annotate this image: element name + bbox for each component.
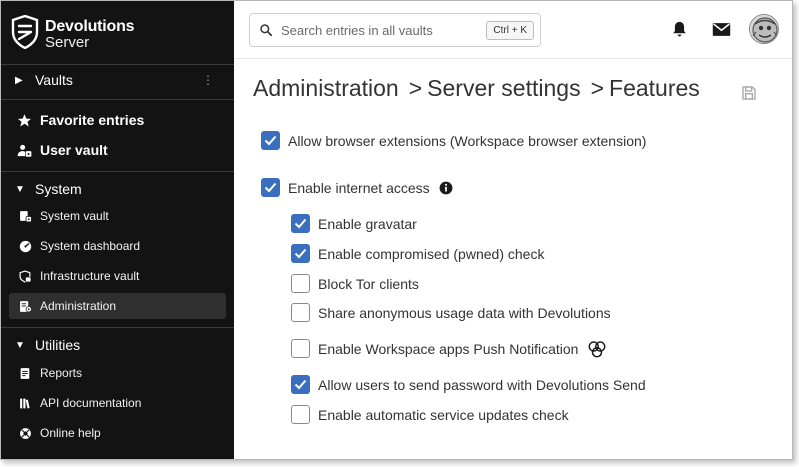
envelope-icon[interactable] [711, 19, 731, 39]
avatar[interactable] [749, 14, 779, 44]
breadcrumb-item-administration[interactable]: Administration [253, 75, 399, 102]
star-icon [16, 112, 32, 128]
sidebar: Devolutions Server ▶ Vaults ⋮ Favorite e… [1, 1, 234, 459]
sidebar-item-reports[interactable]: Reports [9, 360, 226, 386]
option-enable-internet-access[interactable]: Enable internet access [261, 178, 453, 197]
sidebar-item-label: Online help [40, 426, 101, 440]
sidebar-item-system-vault[interactable]: System vault [9, 203, 226, 229]
sidebar-section-utilities[interactable]: ▼ Utilities [1, 336, 234, 354]
app-window: Devolutions Server ▶ Vaults ⋮ Favorite e… [0, 0, 793, 460]
sidebar-item-label: Infrastructure vault [40, 269, 140, 283]
checkbox[interactable] [291, 214, 310, 233]
option-share-anonymous-usage-data[interactable]: Share anonymous usage data with Devoluti… [291, 303, 611, 322]
sidebar-item-label: System dashboard [40, 239, 141, 253]
sidebar-section-label: Utilities [35, 337, 81, 353]
sidebar-item-infrastructure-vault[interactable]: Infrastructure vault [9, 263, 226, 289]
option-enable-compromised-check[interactable]: Enable compromised (pwned) check [291, 244, 544, 263]
checkbox[interactable] [261, 178, 280, 197]
sidebar-divider [1, 171, 234, 172]
option-allow-devolutions-send[interactable]: Allow users to send password with Devolu… [291, 375, 646, 394]
option-label: Enable automatic service updates check [318, 406, 569, 423]
user-vault-icon [16, 142, 32, 158]
chevron-right-icon: ▶ [15, 74, 23, 86]
checkbox[interactable] [291, 339, 310, 358]
checkbox[interactable] [291, 405, 310, 424]
sidebar-item-label: User vault [40, 142, 108, 158]
sidebar-section-system[interactable]: ▼ System [1, 180, 234, 198]
chevron-down-icon: ▼ [15, 339, 25, 351]
sidebar-section-label: System [35, 181, 82, 197]
sidebar-item-api-documentation[interactable]: API documentation [9, 390, 226, 416]
checkbox[interactable] [291, 375, 310, 394]
sidebar-item-label: System vault [40, 209, 109, 223]
notifications-bell-icon[interactable] [669, 19, 689, 39]
online-help-icon [18, 426, 32, 440]
checkbox[interactable] [291, 303, 310, 322]
save-icon[interactable] [741, 85, 757, 101]
administration-icon [18, 299, 32, 313]
search-icon [260, 24, 273, 37]
infrastructure-vault-icon [18, 269, 32, 283]
dashboard-icon [18, 239, 32, 253]
checkbox[interactable] [291, 274, 310, 293]
sidebar-section-vaults[interactable]: ▶ Vaults ⋮ [1, 71, 234, 89]
option-allow-browser-extensions[interactable]: Allow browser extensions (Workspace brow… [261, 131, 646, 150]
search-placeholder: Search entries in all vaults [281, 22, 433, 38]
workspace-apps-icon [587, 340, 607, 358]
system-vault-icon [18, 209, 32, 223]
chevron-down-icon: ▼ [15, 183, 25, 195]
breadcrumb-item-server-settings[interactable]: Server settings [427, 75, 580, 102]
breadcrumb-separator: > [408, 75, 423, 101]
option-enable-automatic-service-updates[interactable]: Enable automatic service updates check [291, 405, 569, 424]
sidebar-item-system-dashboard[interactable]: System dashboard [9, 233, 226, 259]
option-label: Enable compromised (pwned) check [318, 245, 545, 262]
sidebar-item-label: API documentation [40, 396, 142, 410]
more-options-icon[interactable]: ⋮ [202, 74, 214, 86]
sidebar-divider [1, 64, 234, 65]
sidebar-section-label: Vaults [35, 72, 73, 88]
checkbox[interactable] [291, 244, 310, 263]
option-label: Enable Workspace apps Push Notification [318, 340, 579, 357]
sidebar-item-label: Administration [40, 299, 117, 313]
option-label: Share anonymous usage data with Devoluti… [318, 304, 611, 321]
search-input[interactable]: Search entries in all vaults Ctrl + K [249, 13, 541, 47]
option-enable-gravatar[interactable]: Enable gravatar [291, 214, 417, 233]
sidebar-item-favorite-entries[interactable]: Favorite entries [1, 111, 234, 129]
reports-icon [18, 366, 32, 380]
sidebar-divider [1, 327, 234, 328]
devolutions-shield-icon [11, 15, 39, 49]
option-label: Enable gravatar [318, 215, 417, 232]
breadcrumb-separator: > [590, 75, 605, 101]
info-icon[interactable] [439, 181, 453, 195]
option-block-tor-clients[interactable]: Block Tor clients [291, 274, 419, 293]
option-enable-workspace-push-notification[interactable]: Enable Workspace apps Push Notification [291, 339, 607, 358]
sidebar-item-label: Reports [40, 366, 83, 380]
header-divider [234, 58, 792, 59]
sidebar-item-online-help[interactable]: Online help [9, 420, 226, 446]
sidebar-divider [1, 99, 234, 100]
option-label: Allow browser extensions (Workspace brow… [288, 132, 647, 149]
sidebar-item-administration[interactable]: Administration [9, 293, 226, 319]
option-label: Enable internet access [288, 179, 430, 196]
option-label: Allow users to send password with Devolu… [318, 376, 646, 393]
brand-name: Devolutions [45, 18, 135, 35]
search-shortcut-badge: Ctrl + K [486, 21, 534, 40]
sidebar-item-label: Favorite entries [40, 112, 145, 128]
brand-logo[interactable]: Devolutions Server [11, 15, 135, 55]
api-documentation-icon [18, 396, 32, 410]
breadcrumb: Administration > Server settings > Featu… [253, 75, 700, 102]
checkbox[interactable] [261, 131, 280, 150]
breadcrumb-item-features: Features [609, 75, 700, 101]
brand-product: Server [45, 34, 90, 51]
option-label: Block Tor clients [318, 275, 419, 292]
sidebar-item-user-vault[interactable]: User vault [1, 141, 234, 159]
